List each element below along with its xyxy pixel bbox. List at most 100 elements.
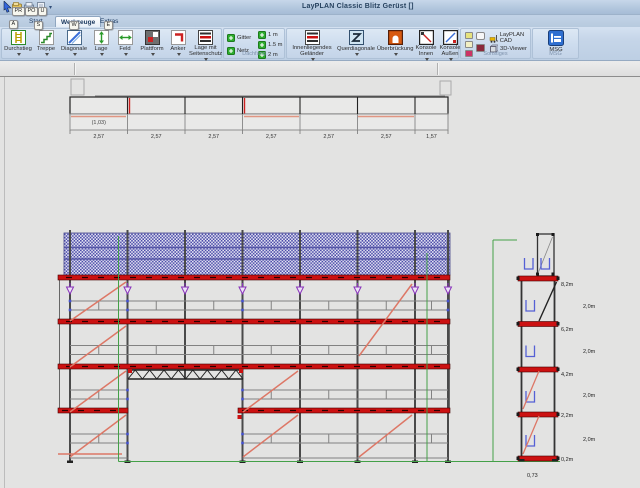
wall-anchors [67,283,452,294]
gitter-checkbox[interactable]: Gitter [227,34,251,42]
group-label-sonstiges: Sonstiges [461,51,530,58]
deck-levels [58,275,450,413]
keytip-po: PO [25,7,38,16]
group-label-dachfang: Dachfang [224,51,284,58]
guardrail-stack-icon [198,30,213,45]
forklift-icon [489,34,498,43]
app-window: { "window": { "title": "LayPLAN Classic … [0,0,640,488]
palette-yellow-button[interactable] [465,32,473,39]
dropdown-arrow-icon [17,53,21,56]
platform-icon [145,30,160,45]
width-label: 0,73 [527,473,538,479]
treppe-button[interactable]: Treppe [33,30,59,59]
level-label: 4,2m [561,372,574,378]
bay-dimension: 1,57 [426,134,437,140]
console-inner-icon [419,30,434,45]
side-view: 8,2m 6,2m 4,2m 2,2m 0,2m 2,0m 2,0m 2,0m … [517,233,596,479]
plan-inner-dimension: (1,03) [92,120,107,126]
layplan-cad-button[interactable]: LayPLAN CAD [489,32,530,44]
keytip-u: U [38,7,47,16]
console-outer-icon [443,30,458,45]
palette-pale-button[interactable] [465,41,473,48]
konsole-aussen-button[interactable]: Konsole Außen [439,30,461,59]
ribbon-tab-row: Start Werkzeuge Extras [0,15,640,27]
level-label: 2,2m [561,413,574,419]
toolbar-separator [437,63,438,75]
bay-dimension: 2,57 [151,134,162,140]
level-label: 6,2m [561,327,574,333]
z-brace-icon [349,30,364,45]
plattform-button[interactable]: Plattform [137,30,167,59]
side-decks [517,276,560,461]
ribbon-group-tools: Durchstieg Treppe Diagonale L [1,28,222,59]
ribbon-group-msg: MSG MSG [532,28,579,59]
diagonal-panel-icon [67,30,82,45]
canvas-left-edge [4,77,5,488]
keytip-a: A [9,20,18,29]
diagonale-button[interactable]: Diagonale [59,30,89,59]
vertical-arrows-icon [94,30,109,45]
durchstieg-button[interactable]: Durchstieg [3,30,33,59]
level-label: 0,2m [561,457,574,463]
gap-label: 2,0m [583,393,596,399]
querdiagonale-button[interactable]: Querdiagonale [337,30,375,59]
inner-guardrail-icon [305,30,320,45]
ribbon-group-bracing: Innenliegendes Geländer Querdiagonale Üb… [286,28,459,59]
dropdown-arrow-icon [355,53,359,56]
bay-dimension: 2,57 [381,134,392,140]
bay-dimension: 2,57 [323,134,334,140]
toolbar-strip [0,61,640,77]
lage-mit-seitenschutz-button[interactable]: Lage mit Seitenschutz [189,30,222,59]
feld-button[interactable]: Feld [113,30,137,59]
bridge-icon [388,30,403,45]
plus-icon [227,34,235,42]
level-label: 8,2m [561,282,574,288]
quick-access-dropdown-icon[interactable]: ▾ [49,4,52,11]
side-height-labels: 8,2m 6,2m 4,2m 2,2m 0,2m 2,0m 2,0m 2,0m … [527,282,596,479]
keytip-w: W [69,21,79,30]
dropdown-arrow-icon [124,53,128,56]
plus-icon [258,31,266,39]
side-guardrail-symbols [525,258,550,446]
drawing-canvas-area[interactable]: (1,03) 2,57 2,57 2,57 2,57 2,57 2,57 1,5… [0,77,640,488]
bay-dimension: 2,57 [266,134,277,140]
dropdown-arrow-icon [394,53,398,56]
elevation-view [58,230,452,463]
anchor-icon [171,30,186,45]
keytip-pr: PR [12,7,25,16]
konsole-innen-button[interactable]: Konsole Innen [415,30,437,59]
plan-end-box-left [71,79,84,95]
dropdown-arrow-icon [45,53,49,56]
bay-dimension: 2,57 [208,134,219,140]
bay-dimension: 2,57 [93,134,104,140]
msg-icon [548,30,564,46]
ribbon-group-dachfang: Gitter Netz 1 m 1.5 m 2 m Dachfang [223,28,285,59]
keytip-s: S [34,21,43,30]
width-1m-checkbox[interactable]: 1 m [258,31,278,39]
gap-label: 2,0m [583,304,596,310]
dropdown-arrow-icon [73,53,77,56]
bay-dimensions: 2,57 2,57 2,57 2,57 2,57 2,57 1,57 [93,134,436,140]
anker-button[interactable]: Anker [167,30,189,59]
scaffold-drawing[interactable]: (1,03) 2,57 2,57 2,57 2,57 2,57 2,57 1,5… [0,77,640,488]
group-label-msg: MSG [533,51,578,58]
ueberbrueckung-button[interactable]: Überbrückung [377,30,413,59]
dropdown-arrow-icon [177,53,181,56]
plus-icon [258,41,266,49]
width-1-5m-checkbox[interactable]: 1.5 m [258,41,283,49]
plan-view: (1,03) 2,57 2,57 2,57 2,57 2,57 2,57 1,5… [70,79,451,140]
dropdown-arrow-icon [151,53,155,56]
innenliegendes-gelaender-button[interactable]: Innenliegendes Geländer [289,30,335,59]
horizontal-arrows-icon [118,30,133,45]
plan-outer-row [70,97,448,114]
gap-label: 2,0m [583,349,596,355]
gap-label: 2,0m [583,437,596,443]
title-bar: ▾ LayPLAN Classic Blitz Gerüst [] [0,0,640,15]
stairs-icon [39,30,54,45]
plan-end-box-right [440,81,451,95]
lage-button[interactable]: Lage [89,30,113,59]
window-title: LayPLAN Classic Blitz Gerüst [] [302,3,414,10]
ribbon: Durchstieg Treppe Diagonale L [0,27,640,61]
palette-white-button[interactable] [476,32,485,40]
ladder-icon [11,30,26,45]
